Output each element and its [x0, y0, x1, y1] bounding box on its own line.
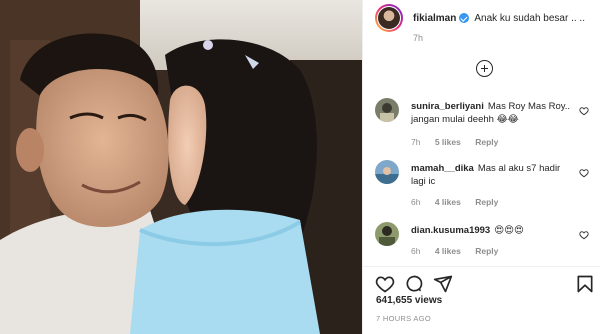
caption-timestamp: 7h: [413, 33, 424, 43]
comment-username[interactable]: dian.kusuma1993: [411, 225, 490, 236]
comment-reply-button[interactable]: Reply: [475, 246, 498, 256]
comment-username[interactable]: mamah__dika: [411, 163, 474, 174]
plus-circle-icon[interactable]: [476, 60, 493, 77]
comment-like-icon[interactable]: [579, 106, 589, 116]
comment-text: 😍😍😍: [494, 225, 524, 236]
caption-text: Anak ku sudah besar .. ..: [474, 12, 585, 24]
comment-reply-button[interactable]: Reply: [475, 197, 498, 207]
comment-time: 7h: [411, 137, 421, 147]
comment-content: sunira_berliyani Mas Roy Mas Roy.. jangan…: [411, 100, 573, 126]
author-username[interactable]: fikialman: [413, 12, 456, 25]
author-avatar[interactable]: [375, 4, 403, 32]
verified-badge-icon: [459, 13, 470, 23]
comment-like-icon[interactable]: [579, 230, 589, 240]
post-media[interactable]: [0, 0, 362, 334]
post-video-frame: [0, 0, 362, 334]
comment-time: 6h: [411, 197, 421, 207]
post-caption: fikialman Anak ku sudah besar .. ..: [413, 12, 585, 25]
post-side-panel: fikialman Anak ku sudah besar .. .. 7h s…: [362, 0, 600, 334]
comment-likes[interactable]: 4 likes: [435, 246, 461, 256]
post-timestamp: 7 HOURS AGO: [376, 314, 431, 323]
comment-content: dian.kusuma1993 😍😍😍: [411, 224, 573, 237]
comment-like-icon[interactable]: [579, 168, 589, 178]
bookmark-icon[interactable]: [575, 274, 595, 294]
commenter-avatar[interactable]: [375, 98, 399, 122]
comment-likes[interactable]: 4 likes: [435, 197, 461, 207]
comment-bubble-icon[interactable]: [404, 274, 424, 294]
commenter-avatar[interactable]: [375, 222, 399, 246]
comment-username[interactable]: sunira_berliyani: [411, 101, 484, 112]
comment-likes[interactable]: 5 likes: [435, 137, 461, 147]
commenter-avatar[interactable]: [375, 160, 399, 184]
heart-outline-icon[interactable]: [375, 274, 395, 294]
view-count[interactable]: 641,655 views: [376, 295, 442, 306]
comment-meta: 6h 4 likes Reply: [411, 197, 510, 207]
comment-meta: 7h 5 likes Reply: [411, 137, 510, 147]
comment-time: 6h: [411, 246, 421, 256]
comment-content: mamah__dika Mas al aku s7 hadir lagi ic: [411, 162, 573, 188]
paper-plane-icon[interactable]: [433, 274, 453, 294]
post-header: fikialman Anak ku sudah besar .. ..: [363, 0, 600, 36]
comment-meta: 6h 4 likes Reply: [411, 246, 510, 256]
comment-reply-button[interactable]: Reply: [475, 137, 498, 147]
